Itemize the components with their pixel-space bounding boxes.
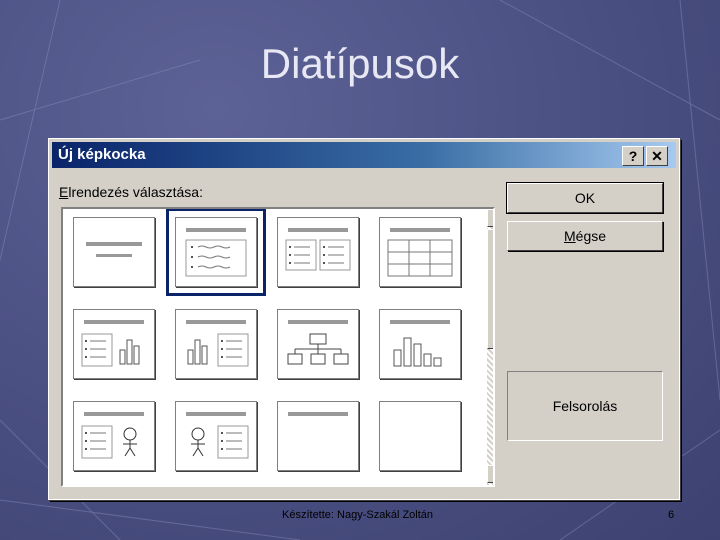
- layout-list[interactable]: ▲ ▼: [61, 207, 495, 487]
- footer-author: Készítette: Nagy-Szakál Zoltán: [282, 509, 434, 521]
- layout-label-accesskey: E: [59, 184, 69, 200]
- cancel-button[interactable]: Mégse: [507, 221, 663, 251]
- layout-thumb-two-column-text[interactable]: [277, 217, 359, 287]
- layout-description: Felsorolás: [507, 371, 663, 441]
- layout-thumb-chart[interactable]: [379, 309, 461, 379]
- new-slide-dialog: Új képkocka ? ✕ Elrendezés választása: O…: [48, 138, 680, 500]
- layout-thumb-chart-and-text[interactable]: [175, 309, 257, 379]
- ok-button[interactable]: OK: [506, 182, 664, 214]
- layout-thumb-text-and-chart[interactable]: [73, 309, 155, 379]
- layout-list-scrollbar[interactable]: ▲ ▼: [487, 209, 493, 485]
- layout-label-text: lrendezés választása:: [68, 184, 203, 200]
- dialog-titlebar[interactable]: Új képkocka ? ✕: [52, 142, 676, 168]
- close-icon: ✕: [651, 148, 663, 164]
- cancel-button-text: égse: [575, 228, 607, 244]
- layout-thumb-organization-chart[interactable]: [277, 309, 359, 379]
- layout-thumb-blank[interactable]: [379, 401, 461, 471]
- question-mark-icon: ?: [628, 148, 638, 164]
- cancel-button-accesskey: M: [563, 228, 576, 244]
- layout-thumb-bulleted-list[interactable]: [166, 209, 266, 296]
- scroll-up-arrow-icon[interactable]: ▲: [487, 209, 493, 227]
- layout-thumb-title-only[interactable]: [277, 401, 359, 471]
- scroll-down-arrow-icon[interactable]: ▼: [487, 465, 493, 483]
- layout-thumb-title[interactable]: [73, 217, 155, 287]
- layout-thumb-text-and-clip-art[interactable]: [73, 401, 155, 471]
- dialog-title: Új képkocka: [58, 146, 146, 163]
- slide-title: Diatípusok: [260, 40, 460, 87]
- close-button[interactable]: ✕: [646, 146, 668, 166]
- layout-label: Elrendezés választása:: [59, 184, 203, 200]
- page-number: 6: [668, 509, 675, 521]
- scrollbar-thumb[interactable]: [487, 229, 493, 349]
- help-button[interactable]: ?: [622, 146, 644, 166]
- layout-thumb-clip-art-and-text[interactable]: [175, 401, 257, 471]
- layout-thumb-table[interactable]: [379, 217, 461, 287]
